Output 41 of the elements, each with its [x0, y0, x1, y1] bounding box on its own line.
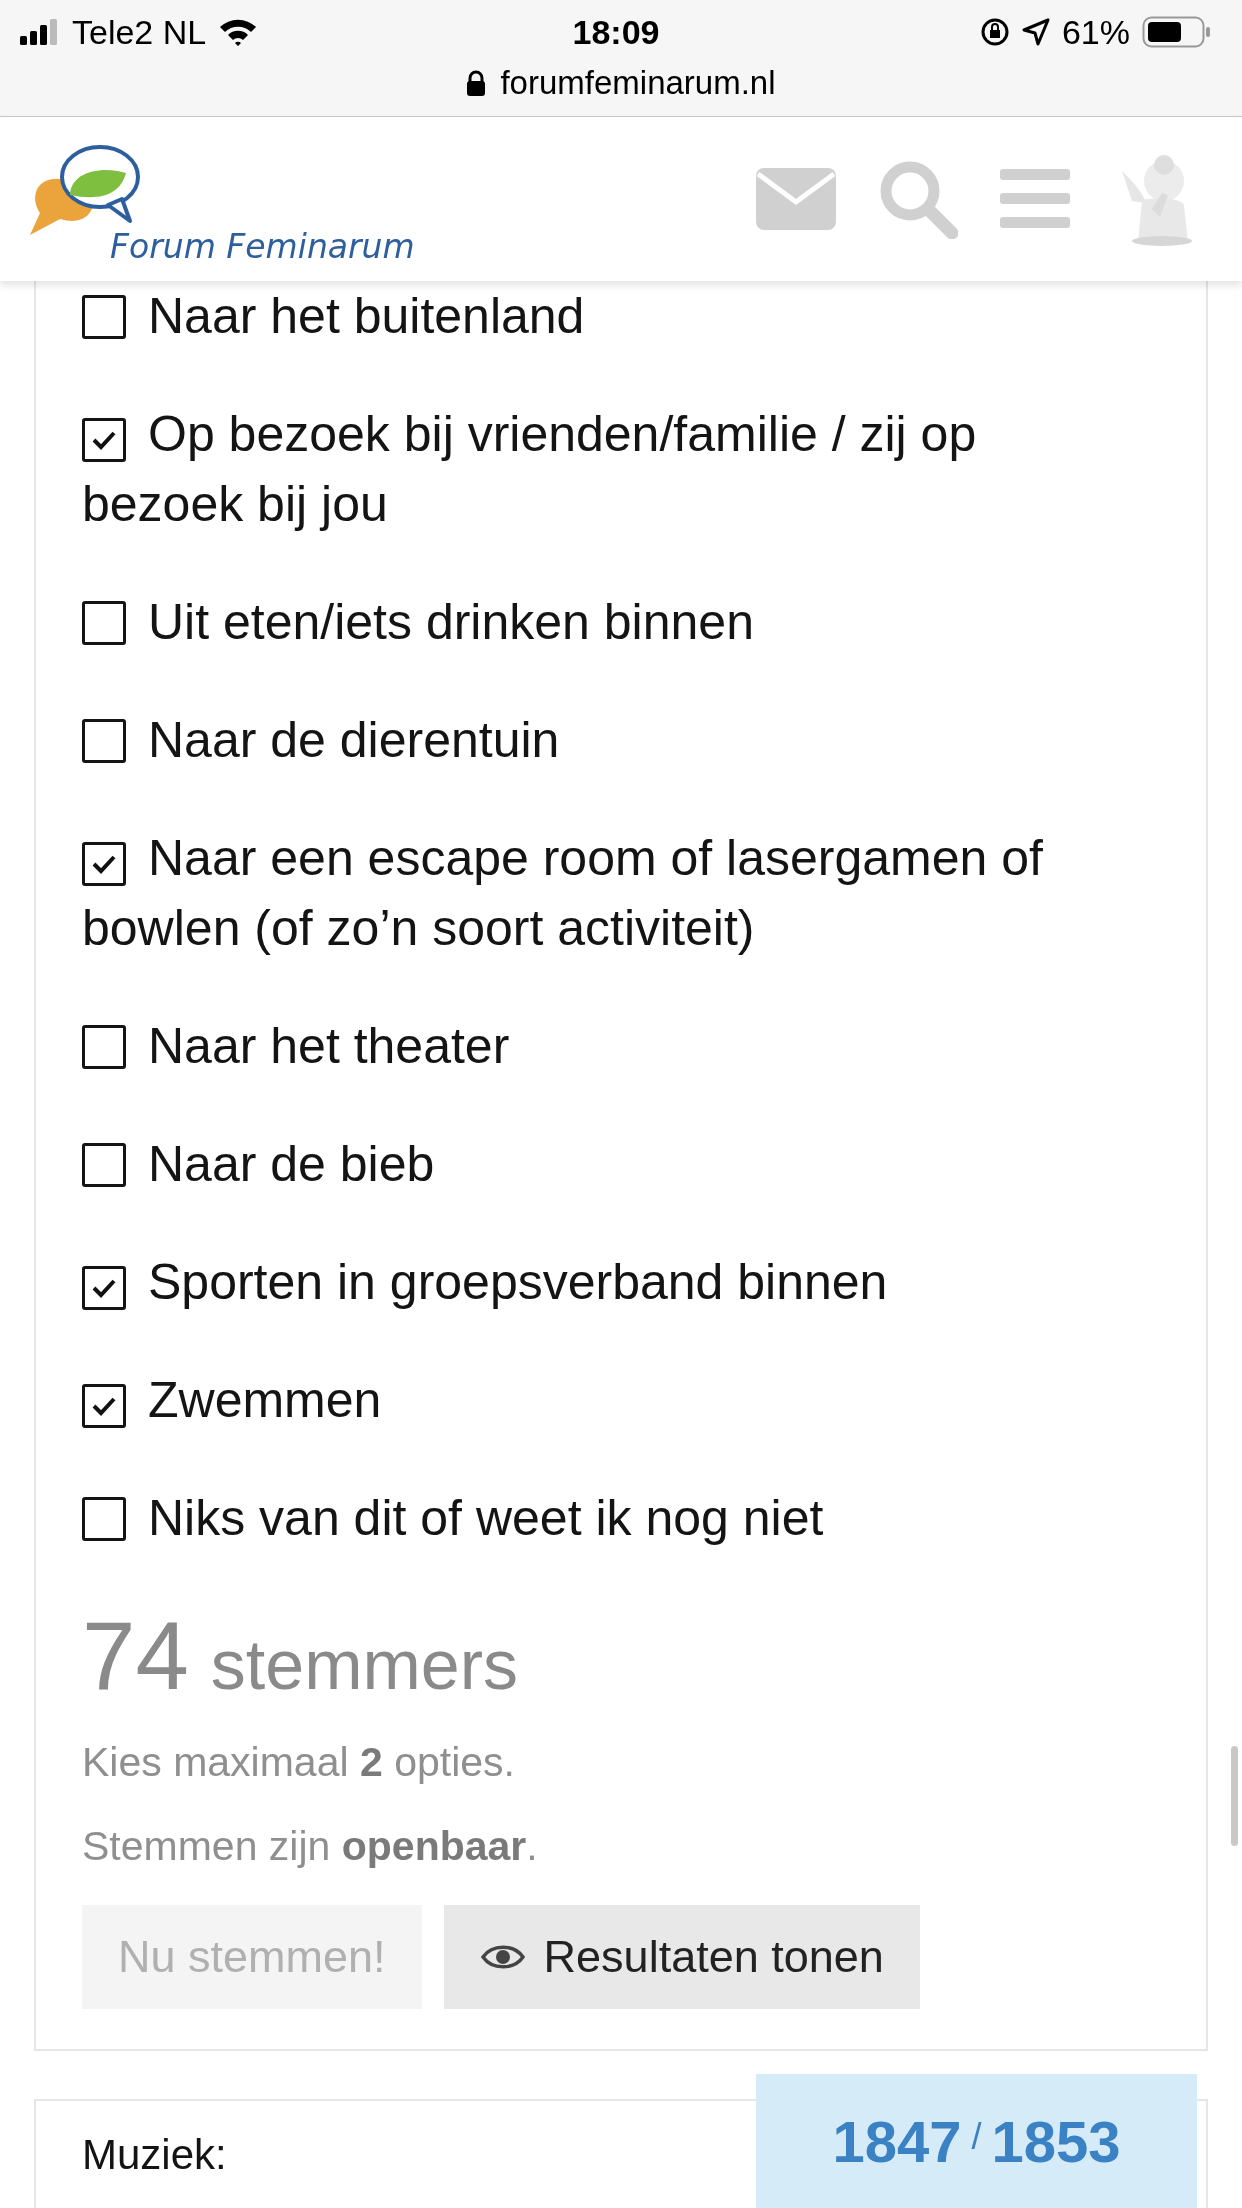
checkbox[interactable]: [82, 842, 126, 886]
battery-icon: [1142, 16, 1212, 48]
voter-label: stemmers: [210, 1625, 519, 1705]
checkbox[interactable]: [82, 1143, 126, 1187]
option-label[interactable]: Op bezoek bij vrienden/familie / zij op bezoek bij jou: [82, 399, 1086, 539]
voter-count: 74: [82, 1601, 189, 1711]
option-label[interactable]: Naar het buitenland: [82, 281, 585, 351]
post-title: Muziek:: [82, 2131, 227, 2178]
option-label[interactable]: Uit eten/iets drinken binnen: [82, 587, 754, 657]
option-label[interactable]: Naar een escape room of lasergamen of bowlen (of zo’n soort activiteit): [82, 823, 1086, 963]
clock-time: 18:09: [572, 12, 660, 52]
url-text[interactable]: forumfeminarum.nl: [500, 64, 776, 102]
show-results-button[interactable]: Resultaten tonen: [443, 1905, 920, 2009]
checkbox[interactable]: [82, 418, 126, 462]
site-logo-text[interactable]: Forum Feminarum: [110, 227, 415, 266]
carrier-name: Tele2 NL: [72, 12, 207, 52]
option-label[interactable]: Sporten in groepsverband binnen: [82, 1247, 888, 1317]
option-label[interactable]: Naar de dierentuin: [82, 705, 560, 775]
page-separator: /: [971, 2116, 982, 2158]
scrollbar[interactable]: [1231, 1746, 1238, 1846]
checkbox[interactable]: [82, 295, 126, 339]
checkbox[interactable]: [82, 719, 126, 763]
checkbox[interactable]: [82, 1266, 126, 1310]
location-arrow-icon: [1021, 18, 1050, 46]
signal-icon: [20, 19, 60, 45]
poll-note: Kies maximaal 2 opties.: [82, 1738, 516, 1787]
option-label[interactable]: Naar de bieb: [82, 1129, 435, 1199]
option-label[interactable]: Naar het theater: [82, 1011, 510, 1081]
rotation-lock-icon: [979, 17, 1010, 47]
total-pages: 1853: [991, 2108, 1121, 2175]
current-page: 1847: [832, 2108, 962, 2175]
lock-icon: [466, 70, 487, 96]
checkbox[interactable]: [82, 601, 126, 645]
checkbox[interactable]: [82, 1384, 126, 1428]
option-label[interactable]: Zwemmen: [82, 1365, 382, 1435]
poll-note: Stemmen zijn openbaar.: [82, 1822, 539, 1871]
battery-percent: 61%: [1061, 12, 1130, 52]
wifi-icon: [218, 17, 259, 47]
option-label[interactable]: Niks van dit of weet ik nog niet: [82, 1483, 824, 1553]
checkbox[interactable]: [82, 1025, 126, 1069]
checkbox[interactable]: [82, 1497, 126, 1541]
